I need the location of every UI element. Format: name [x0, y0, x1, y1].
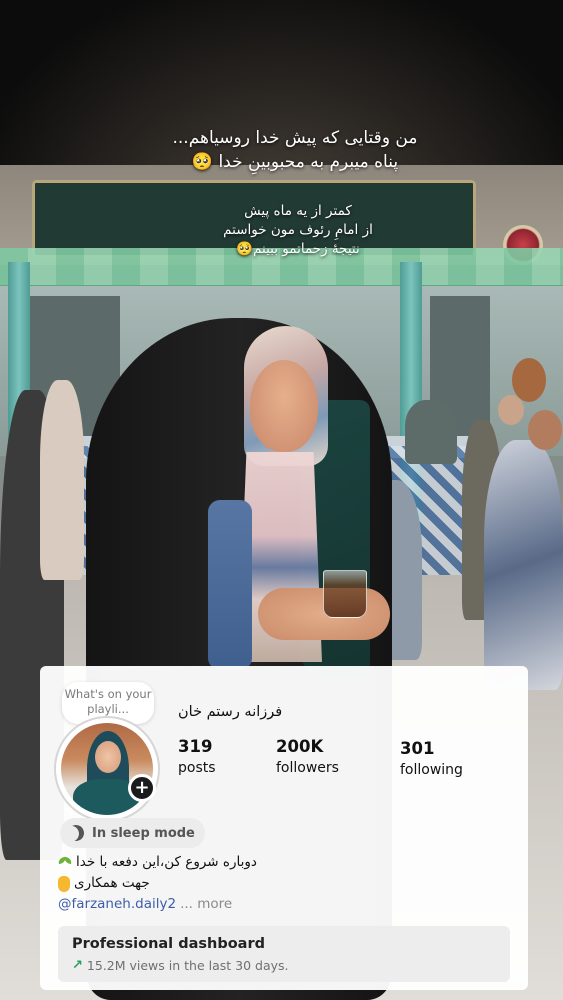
- dashboard-subtitle: ↗ 15.2M views in the last 30 days.: [72, 958, 289, 973]
- stat-label: following: [400, 762, 463, 778]
- profile-card: What's on your playli... + فرزانه رستم خ…: [40, 666, 528, 990]
- trend-up-icon: ↗: [72, 958, 83, 973]
- story-caption-top: من وقتایی که پیش خدا روسیاهم... پناه میب…: [150, 126, 440, 174]
- bio-link[interactable]: @farzaneh.daily2: [58, 894, 176, 915]
- story-caption-middle: کمتر از یه ماه پیش از امامِ رئوف مون خوا…: [208, 202, 388, 259]
- status-text: In sleep mode: [92, 825, 195, 841]
- profile-name: فرزانه رستم خان: [178, 704, 283, 720]
- stat-posts[interactable]: 319 posts: [178, 736, 216, 778]
- story-view[interactable]: من وقتایی که پیش خدا روسیاهم... پناه میب…: [0, 0, 563, 1000]
- woman-face: [250, 360, 318, 452]
- stat-value: 301: [400, 739, 435, 758]
- caption-line: نتیجهٔ زحماتمو ببینم🥺: [236, 241, 360, 257]
- dashboard-views: 15.2M views in the last 30 days.: [86, 958, 289, 973]
- pointing-down-icon: [58, 875, 70, 892]
- avatar-face: [95, 741, 121, 773]
- person-head: [498, 395, 524, 425]
- dashboard-title: Professional dashboard: [72, 936, 265, 952]
- stat-followers[interactable]: 200K followers: [276, 736, 339, 778]
- person-silhouette: [405, 400, 457, 464]
- bio-line: جهت همکاری: [58, 873, 278, 894]
- caption-line: از امامِ رئوف مون خواستم: [223, 222, 373, 238]
- bio-text: دوباره شروع کن،این دفعه با خدا: [76, 854, 257, 870]
- note-placeholder: What's on your playli...: [64, 687, 152, 716]
- stat-label: posts: [178, 760, 216, 776]
- denim-sleeve: [208, 500, 252, 670]
- bio-line: @farzaneh.daily2... more: [58, 894, 278, 915]
- stat-value: 319: [178, 737, 213, 756]
- caption-line: پناه میبرم به محبوبینِ خدا 🥺: [191, 152, 399, 172]
- stat-label: followers: [276, 760, 339, 776]
- bio-more-button[interactable]: ... more: [180, 894, 232, 915]
- bio-text: جهت همکاری: [74, 875, 150, 891]
- person-head: [528, 410, 562, 450]
- stat-value: 200K: [276, 737, 324, 756]
- person-silhouette: [40, 380, 84, 580]
- avatar[interactable]: [54, 716, 160, 822]
- tea-glass: [323, 570, 367, 618]
- plus-icon: +: [134, 777, 150, 798]
- person-head: [512, 358, 546, 402]
- caption-line: من وقتایی که پیش خدا روسیاهم...: [172, 128, 418, 148]
- caption-line: کمتر از یه ماه پیش: [244, 203, 352, 219]
- stat-following[interactable]: 301 following: [400, 738, 463, 780]
- professional-dashboard[interactable]: Professional dashboard ↗ 15.2M views in …: [58, 926, 510, 982]
- person-silhouette: [484, 440, 563, 690]
- add-story-button[interactable]: +: [128, 774, 156, 802]
- bio-line: دوباره شروع کن،این دفعه با خدا: [58, 852, 278, 873]
- status-pill[interactable]: In sleep mode: [60, 818, 205, 848]
- moon-icon: [66, 823, 87, 844]
- bio: دوباره شروع کن،این دفعه با خدا جهت همکار…: [58, 852, 278, 915]
- sprout-icon: [58, 856, 72, 870]
